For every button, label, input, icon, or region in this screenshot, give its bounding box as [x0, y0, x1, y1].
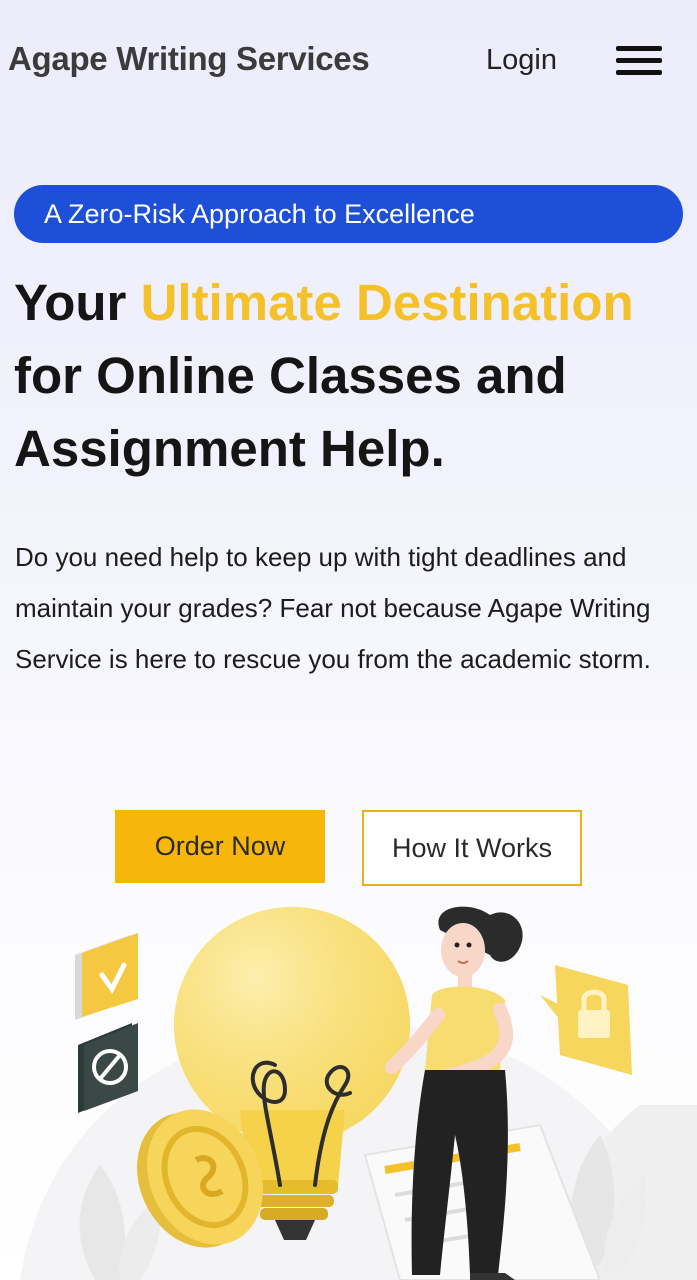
menu-bar-top [616, 46, 662, 51]
headline-accent: Ultimate Destination [140, 274, 634, 331]
checkbox-icon [75, 933, 138, 1020]
hero-headline: Your Ultimate Destination for Online Cla… [14, 266, 684, 485]
hamburger-menu-icon[interactable] [616, 46, 662, 78]
brand-logo-text[interactable]: Agape Writing Services [8, 40, 370, 78]
login-link[interactable]: Login [486, 44, 557, 77]
hero-description: Do you need help to keep up with tight d… [15, 542, 651, 674]
how-it-works-button[interactable]: How It Works [362, 810, 582, 886]
menu-bar-bottom [616, 70, 662, 75]
lock-icon [540, 965, 632, 1075]
tagline-pill: A Zero-Risk Approach to Excellence [14, 185, 683, 243]
order-now-button[interactable]: Order Now [115, 810, 325, 883]
menu-bar-middle [616, 58, 662, 63]
headline-line-2: for Online Classes and [14, 347, 567, 404]
hero-illustration [0, 895, 697, 1280]
site-header: Agape Writing Services Login [0, 0, 697, 122]
illustration-svg [20, 906, 697, 1280]
headline-prefix: Your [14, 274, 127, 331]
headline-line-3: Assignment Help. [14, 420, 445, 477]
